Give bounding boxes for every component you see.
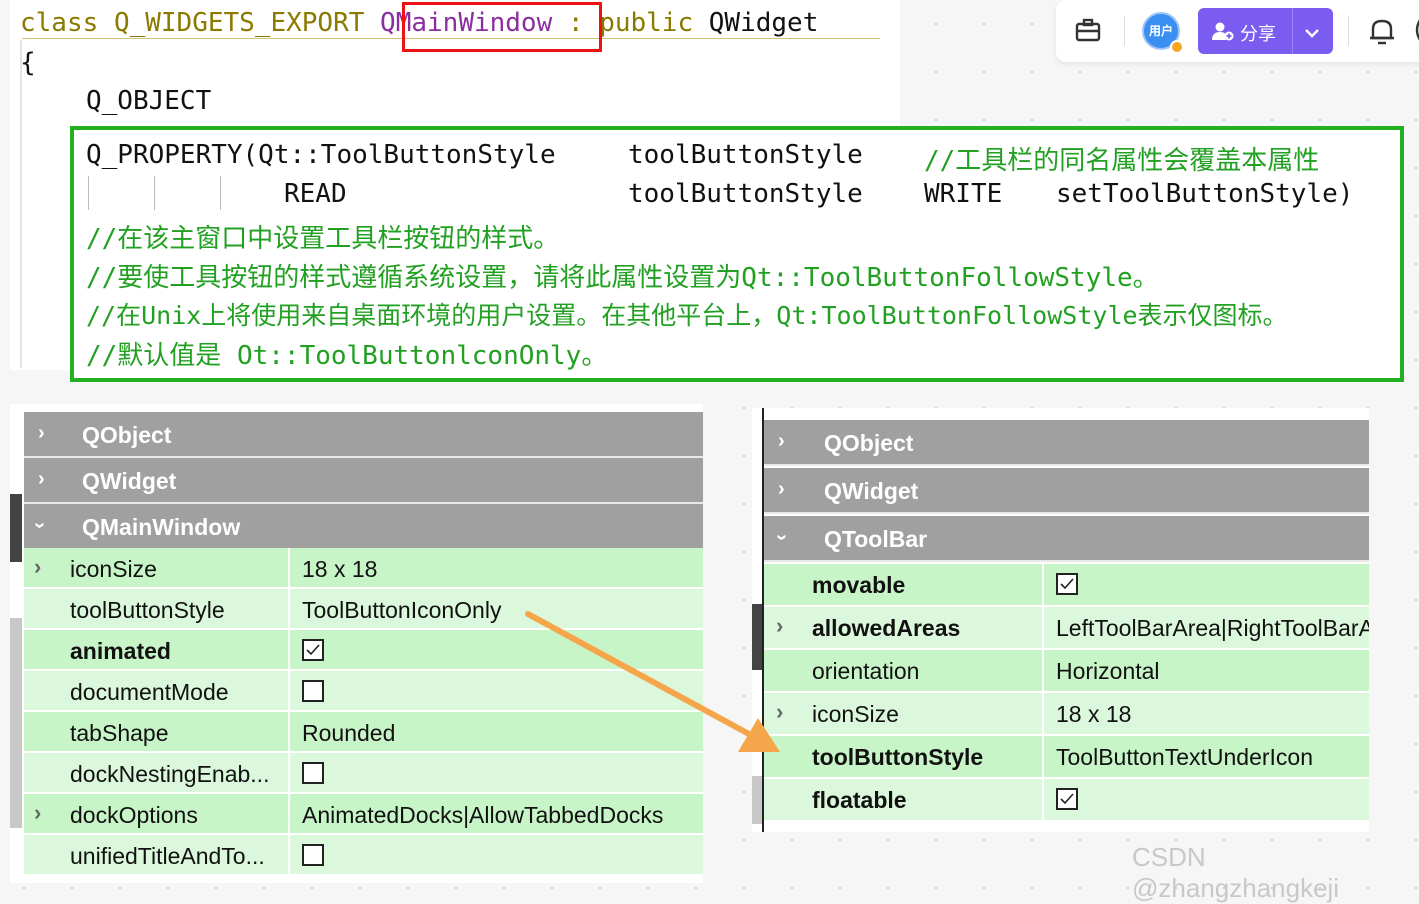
annotation-arrow bbox=[525, 611, 780, 752]
watermark: CSDN @zhangzhangkeji bbox=[1132, 842, 1340, 903]
